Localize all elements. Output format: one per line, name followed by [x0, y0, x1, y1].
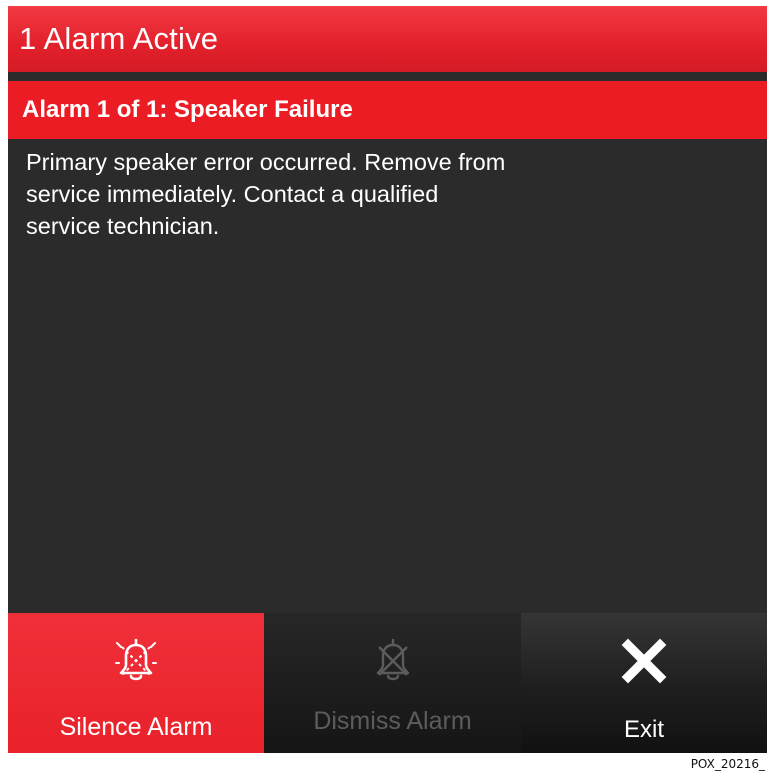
silence-alarm-button[interactable]: Silence Alarm [8, 613, 264, 753]
alarm-title-bar: 1 Alarm Active [8, 6, 767, 72]
alarm-header-text: Alarm 1 of 1: Speaker Failure [22, 96, 353, 123]
dismiss-alarm-label: Dismiss Alarm [313, 707, 472, 735]
exit-button[interactable]: Exit [521, 613, 767, 753]
silence-alarm-label: Silence Alarm [59, 713, 213, 741]
figure-id: POX_20216_ [690, 757, 765, 771]
page-title: 1 Alarm Active [19, 21, 219, 56]
bell-dismiss-icon [376, 638, 409, 681]
alarm-message: Primary speaker error occurred. Remove f… [26, 146, 666, 242]
alarm-message-line: service technician. [26, 213, 220, 239]
dismiss-alarm-button[interactable]: Dismiss Alarm [264, 613, 521, 753]
alarm-message-line: service immediately. Contact a qualified [26, 181, 439, 207]
close-icon [621, 638, 667, 684]
bell-silence-icon [115, 638, 157, 681]
exit-label: Exit [623, 716, 664, 743]
alarm-screen: 1 Alarm Active Alarm 1 of 1: Speaker Fai… [8, 6, 767, 753]
alarm-header: Alarm 1 of 1: Speaker Failure [8, 81, 767, 139]
alarm-message-line: Primary speaker error occurred. Remove f… [26, 149, 506, 175]
alarm-footer: Silence Alarm Dismiss Alarm Exit [8, 613, 767, 753]
